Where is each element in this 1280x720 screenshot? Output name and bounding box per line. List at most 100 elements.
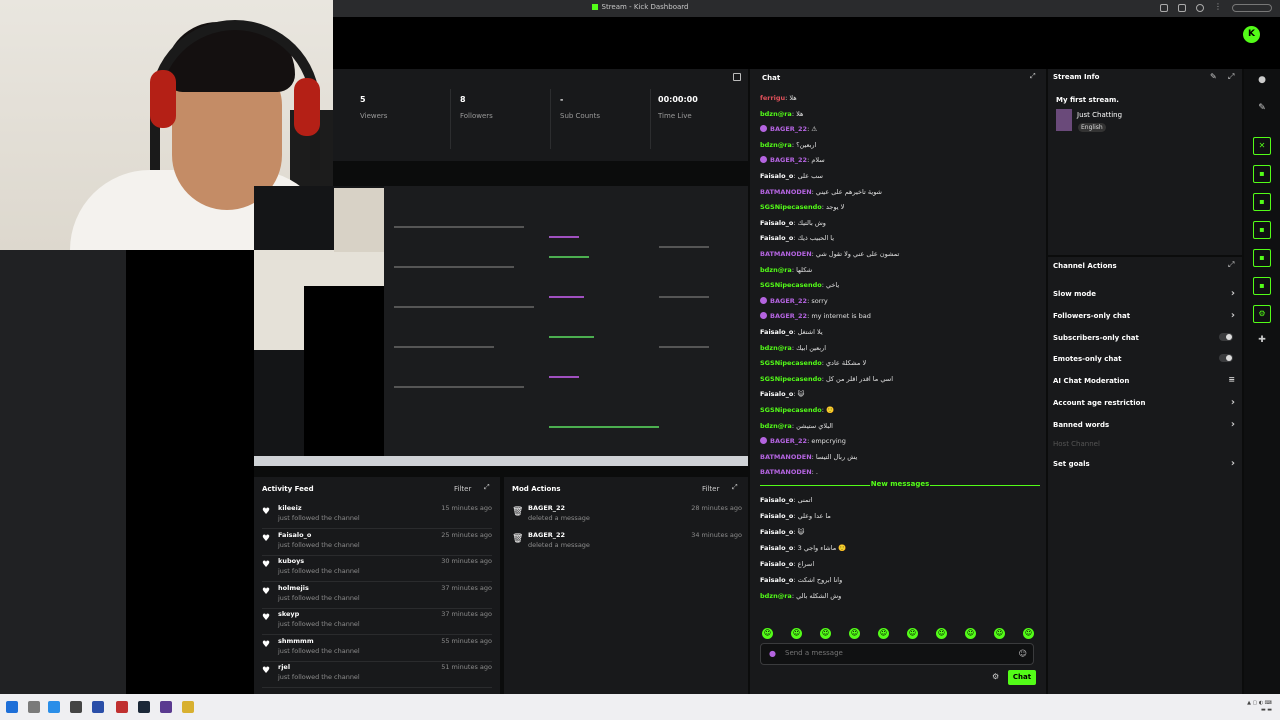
emote-icon[interactable]: ☺: [791, 628, 802, 639]
mod-action-item[interactable]: 🗑 BAGER_22 deleted a message 28 minutes ago: [512, 504, 742, 530]
chat-username[interactable]: Faisalo_o: [760, 528, 793, 536]
edit-icon[interactable]: ✎: [1210, 72, 1217, 81]
quick-action-button[interactable]: ⚙: [1253, 305, 1271, 323]
quick-action-button[interactable]: ▪: [1253, 193, 1271, 211]
emoji-icon[interactable]: ☺: [1019, 649, 1027, 658]
obs-icon[interactable]: [116, 701, 128, 713]
chat-username[interactable]: BAGER_22: [770, 437, 807, 445]
mod-user[interactable]: BAGER_22: [528, 504, 565, 512]
cast-icon[interactable]: [1160, 4, 1168, 12]
expand-icon[interactable]: [733, 73, 741, 81]
emote-icon[interactable]: ☺: [907, 628, 918, 639]
quick-action-button[interactable]: ▪: [1253, 249, 1271, 267]
menu-icon[interactable]: ⋮: [1214, 2, 1222, 11]
activity-user[interactable]: holmejis: [278, 584, 309, 592]
chat-username[interactable]: Faisalo_o: [760, 496, 793, 504]
emote-icon[interactable]: ☺: [994, 628, 1005, 639]
chat-username[interactable]: Faisalo_o: [760, 560, 793, 568]
chevron-right-icon[interactable]: ›: [1231, 288, 1235, 299]
activity-item[interactable]: ♥ holmejis just followed the channel 37 min…: [262, 584, 492, 610]
chat-username[interactable]: BATMANODEN: [760, 453, 812, 461]
chat-username[interactable]: bdzn@ra: [760, 344, 792, 352]
filter-button[interactable]: Filter: [454, 485, 471, 493]
chat-username[interactable]: SGSNipecasendo: [760, 359, 822, 367]
channel-action-banned-words[interactable]: Banned words ›: [1053, 419, 1235, 430]
chevron-right-icon[interactable]: ›: [1231, 458, 1235, 469]
quick-action-button[interactable]: ▪: [1253, 277, 1271, 295]
emote-icon[interactable]: ☺: [936, 628, 947, 639]
search-icon[interactable]: [28, 701, 40, 713]
chevron-right-icon[interactable]: ›: [1231, 419, 1235, 430]
activity-user[interactable]: shmmmm: [278, 637, 314, 645]
chat-username[interactable]: Faisalo_o: [760, 328, 793, 336]
activity-user[interactable]: kileeiz: [278, 504, 302, 512]
chat-send-button[interactable]: Chat: [1008, 670, 1036, 685]
extensions-icon[interactable]: [1178, 4, 1186, 12]
app-icon[interactable]: [160, 701, 172, 713]
quick-action-button[interactable]: ▪: [1253, 221, 1271, 239]
chat-username[interactable]: Faisalo_o: [760, 234, 793, 242]
chat-username[interactable]: Faisalo_o: [760, 219, 793, 227]
chat-username[interactable]: BATMANODEN: [760, 468, 812, 476]
settings-icon[interactable]: ≡: [1228, 375, 1235, 384]
emote-icon[interactable]: ☺: [762, 628, 773, 639]
chat-username[interactable]: bdzn@ra: [760, 266, 792, 274]
channel-action-ai-chat-moderation[interactable]: AI Chat Moderation ≡: [1053, 375, 1235, 385]
chat-username[interactable]: Faisalo_o: [760, 544, 793, 552]
channel-action-set-goals[interactable]: Set goals ›: [1053, 458, 1235, 469]
expand-icon[interactable]: ⤢: [1228, 260, 1234, 270]
chevron-right-icon[interactable]: ›: [1231, 397, 1235, 408]
toggle-switch[interactable]: [1219, 333, 1233, 341]
activity-item[interactable]: ♥ Faisalo_o just followed the channel 25 mi…: [262, 531, 492, 557]
quick-action-button[interactable]: ▪: [1253, 165, 1271, 183]
emote-icon[interactable]: ☺: [820, 628, 831, 639]
add-action-icon[interactable]: ✚: [1256, 335, 1268, 347]
emote-icon[interactable]: ☺: [1023, 628, 1034, 639]
expand-icon[interactable]: ⤢: [732, 483, 738, 492]
expand-icon[interactable]: ⤢: [484, 483, 490, 492]
activity-user[interactable]: skeyp: [278, 610, 299, 618]
mod-action-item[interactable]: 🗑 BAGER_22 deleted a message 34 minutes ago: [512, 531, 742, 557]
chat-username[interactable]: BATMANODEN: [760, 188, 812, 196]
activity-item[interactable]: ♥ kileeiz just followed the channel 15 minu…: [262, 504, 492, 530]
chat-username[interactable]: bdzn@ra: [760, 110, 792, 118]
chat-username[interactable]: Faisalo_o: [760, 512, 793, 520]
dashboard-icon[interactable]: ●: [1256, 75, 1268, 87]
channel-action-emotes-only-chat[interactable]: Emotes-only chat: [1053, 354, 1235, 363]
channel-action-slow-mode[interactable]: Slow mode ›: [1053, 288, 1235, 299]
chat-username[interactable]: BAGER_22: [770, 125, 807, 133]
mod-user[interactable]: BAGER_22: [528, 531, 565, 539]
channel-action-subscribers-only-chat[interactable]: Subscribers-only chat: [1053, 333, 1235, 342]
filter-button[interactable]: Filter: [702, 485, 719, 493]
chat-username[interactable]: BAGER_22: [770, 156, 807, 164]
profile-button[interactable]: [1232, 4, 1272, 12]
chat-username[interactable]: BAGER_22: [770, 297, 807, 305]
chat-username[interactable]: BATMANODEN: [760, 250, 812, 258]
chat-username[interactable]: SGSNipecasendo: [760, 375, 822, 383]
chat-username[interactable]: bdzn@ra: [760, 141, 792, 149]
activity-item[interactable]: ♥ shmmmm just followed the channel 55 minut…: [262, 637, 492, 663]
channel-action-account-age-restriction[interactable]: Account age restriction ›: [1053, 397, 1235, 408]
activity-user[interactable]: Faisalo_o: [278, 531, 311, 539]
quick-action-button[interactable]: ✕: [1253, 137, 1271, 155]
activity-user[interactable]: kuboys: [278, 557, 304, 565]
activity-item[interactable]: ♥ kuboys just followed the channel 30 minut…: [262, 557, 492, 583]
steam-icon[interactable]: [138, 701, 150, 713]
emote-icon[interactable]: ☺: [849, 628, 860, 639]
chat-username[interactable]: Faisalo_o: [760, 172, 793, 180]
channel-action-followers-only-chat[interactable]: Followers-only chat ›: [1053, 310, 1235, 321]
expand-icon[interactable]: ⤢: [1030, 72, 1036, 81]
kick-logo-icon[interactable]: K: [1243, 26, 1260, 43]
chat-username[interactable]: Faisalo_o: [760, 390, 793, 398]
profile-icon[interactable]: [1196, 4, 1204, 12]
expand-icon[interactable]: ⤢: [1228, 72, 1234, 82]
app-icon[interactable]: [92, 701, 104, 713]
edge-icon[interactable]: [48, 701, 60, 713]
microphone-icon[interactable]: ●: [769, 649, 776, 658]
new-messages-divider[interactable]: New messages: [760, 480, 1040, 490]
chevron-right-icon[interactable]: ›: [1231, 310, 1235, 321]
activity-item[interactable]: ♥ skeyp just followed the channel 37 minute…: [262, 610, 492, 636]
settings-icon[interactable]: ⚙: [992, 672, 999, 681]
chat-username[interactable]: ferrigu: [760, 94, 785, 102]
emote-icon[interactable]: ☺: [965, 628, 976, 639]
